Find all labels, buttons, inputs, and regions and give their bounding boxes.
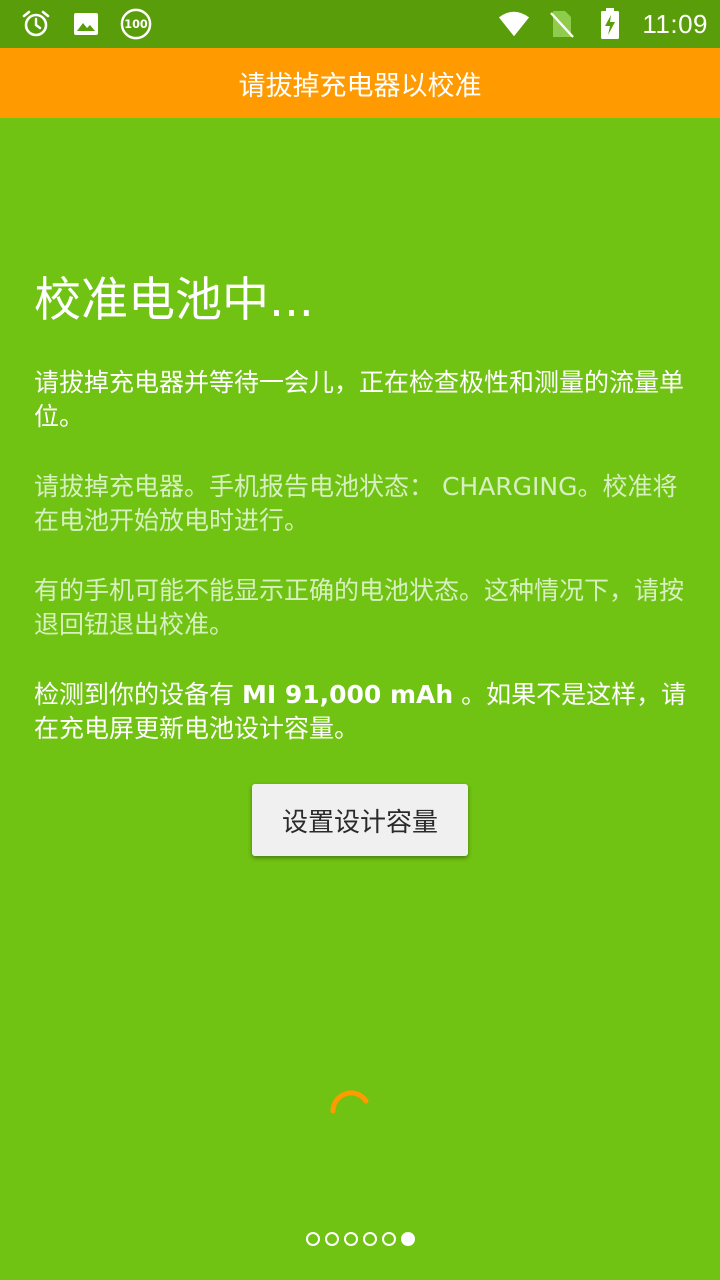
page-dot[interactable] [381,1232,396,1246]
status-bar: 100 11:09 [0,0,720,48]
battery-badge-text: 100 [124,18,148,31]
page-dot[interactable] [343,1232,358,1246]
page-dot[interactable] [305,1232,320,1246]
battery-status-text: 请拔掉充电器。手机报告电池状态： CHARGING。校准将在电池开始放电时进行。 [34,472,678,535]
unplug-notice-bar: 请拔掉充电器以校准 [0,48,720,118]
battery-100-badge-icon: 100 [120,8,152,40]
wifi-icon [498,8,530,40]
alarm-icon [20,8,52,40]
status-left-icons: 100 [20,8,152,40]
page-dot[interactable] [324,1232,339,1246]
spinner-arc [330,1090,369,1114]
battery-charging-icon [594,8,626,40]
page-indicator [0,1232,720,1250]
page-dot[interactable] [400,1232,415,1246]
warning-text: 有的手机可能不能显示正确的电池状态。这种情况下，请按退回钮退出校准。 [34,576,685,639]
instruction-text: 请拔掉充电器并等待一会儿，正在检查极性和测量的流量单位。 [34,368,685,431]
loading-spinner [320,1080,380,1140]
page-title: 校准电池中... [34,273,314,328]
clock-time: 11:09 [642,8,708,39]
no-sim-icon [546,8,578,40]
image-icon [70,8,102,40]
page-dot[interactable] [362,1232,377,1246]
set-design-capacity-button[interactable]: 设置设计容量 [252,784,468,856]
notice-text: 请拔掉充电器以校准 [238,70,482,102]
status-right-icons: 11:09 [498,8,708,40]
capacity-value: MI 91,000 mAh [241,680,454,709]
capacity-prefix: 检测到你的设备有 [34,680,242,709]
calibration-content: 校准电池中... 请拔掉充电器并等待一会儿，正在检查极性和测量的流量单位。 请拔… [34,270,694,782]
capacity-text: 检测到你的设备有 MI 91,000 mAh 。如果不是这样，请在充电屏更新电池… [34,678,694,746]
